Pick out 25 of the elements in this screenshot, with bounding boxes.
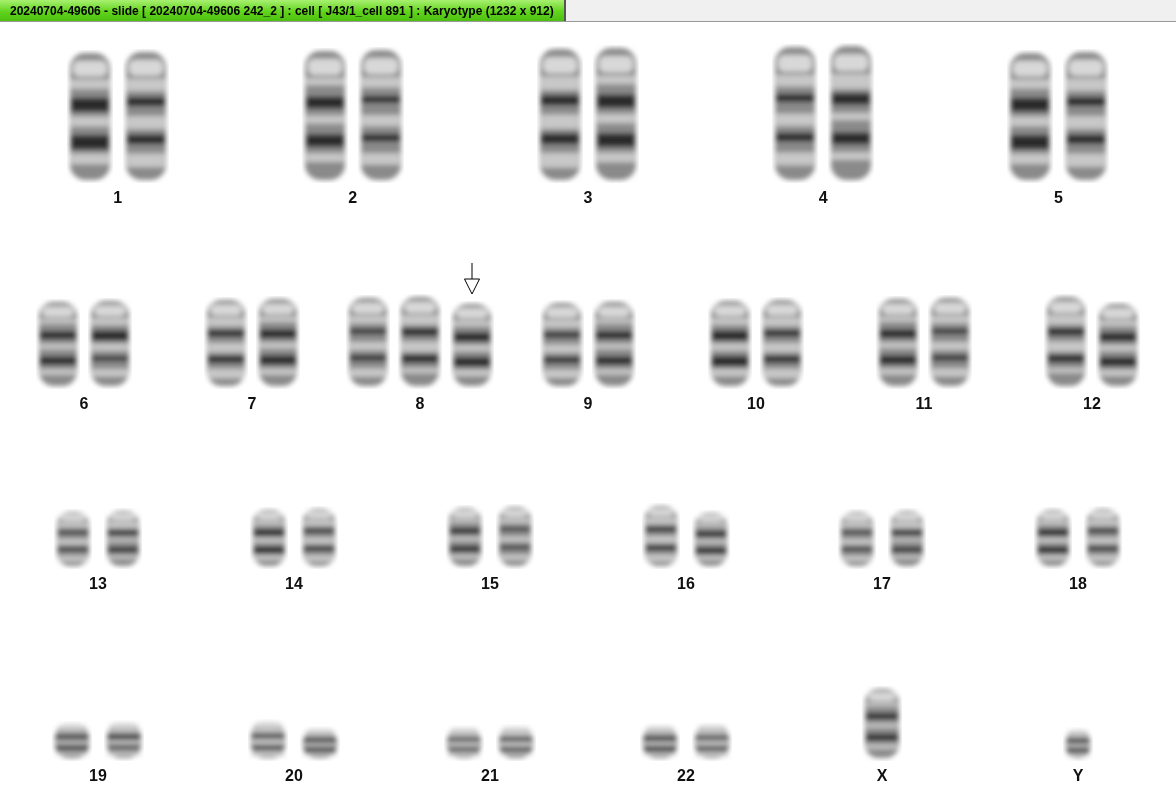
window-title: 20240704-49606 - slide [ 20240704-49606 242_2 ] : cell [ J43/1_cell 891 ] : Karyotype (1232 x 912) [0,0,566,21]
chromosome-number: 5 [1053,189,1063,207]
chromosome-number: 20 [285,767,303,785]
chromosome-number: 6 [79,395,89,413]
chromosome-number: 2 [348,189,358,207]
chromosome-number: 17 [873,575,891,593]
chromosome-number: 8 [415,395,425,413]
chromosome-number: X [876,767,888,785]
chromosome-number: 18 [1069,575,1087,593]
chromosome-number: 11 [915,395,933,413]
chromosome-number: 22 [677,767,695,785]
chromosome-number: 12 [1083,395,1101,413]
chromosome-number: 21 [481,767,499,785]
chromosome-number: 14 [285,575,303,593]
chromosome-number: 3 [583,189,593,207]
chromosome-number: 15 [481,575,499,593]
chromosome-number: 10 [747,395,765,413]
chromosome-number: 4 [818,189,828,207]
chromosome-number: 7 [247,395,257,413]
chromosome-number: 9 [583,395,593,413]
chromosome-number: 16 [677,575,695,593]
chromosome-number: 19 [89,767,107,785]
chromosome-number: 1 [113,189,123,207]
chromosome-number: 13 [89,575,107,593]
chromosome-number: Y [1072,767,1084,785]
